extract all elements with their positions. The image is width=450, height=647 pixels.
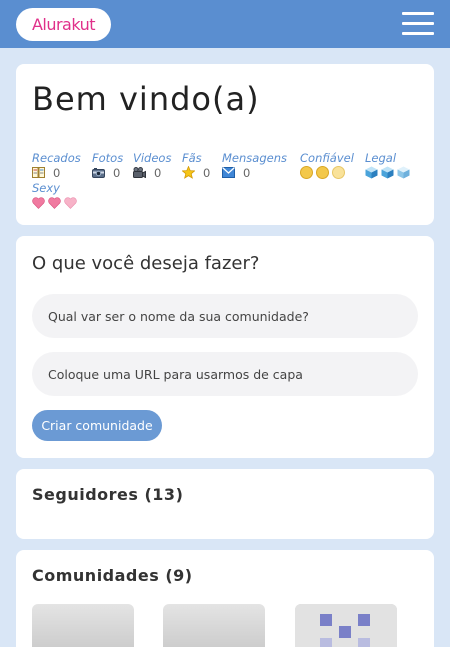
notes-icon xyxy=(32,167,45,178)
create-community-button[interactable]: Criar comunidade xyxy=(32,410,162,441)
stat-value: 0 xyxy=(53,166,61,180)
top-bar: Alurakut xyxy=(0,0,450,48)
rating-legal: Legal xyxy=(365,151,413,183)
stat-mensagens: Mensagens 0 xyxy=(222,151,287,183)
ice-cube-icon xyxy=(381,166,394,179)
community-thumbnail[interactable] xyxy=(295,604,397,647)
stat-fotos: Fotos 0 xyxy=(92,151,123,183)
stat-label: Recados xyxy=(32,151,81,165)
heart-icon xyxy=(48,197,61,209)
community-thumbnail[interactable] xyxy=(32,604,134,647)
rating-sexy: Sexy xyxy=(32,181,80,213)
stat-label: Fotos xyxy=(92,151,124,165)
communities-title: Comunidades (9) xyxy=(32,566,193,585)
ice-cube-icon xyxy=(397,166,410,179)
community-thumbnail[interactable] xyxy=(163,604,265,647)
smiley-icon xyxy=(316,166,329,179)
stat-label: Videos xyxy=(133,151,172,165)
heart-icon xyxy=(64,197,77,209)
ice-cube-icon xyxy=(365,166,378,179)
hamburger-menu-icon[interactable] xyxy=(402,12,434,36)
smiley-icon xyxy=(300,166,313,179)
create-community-card: O que você deseja fazer? Criar comunidad… xyxy=(16,236,434,458)
stat-value: 0 xyxy=(113,166,121,180)
community-name-input[interactable] xyxy=(32,294,418,338)
rating-confiavel: Confiável xyxy=(300,151,354,183)
stat-recados: Recados 0 xyxy=(32,151,81,183)
envelope-icon xyxy=(222,167,235,178)
stat-fas: Fãs 0 xyxy=(182,151,210,183)
stat-value: 0 xyxy=(203,166,211,180)
stat-label: Mensagens xyxy=(222,151,287,165)
communities-card: Comunidades (9) xyxy=(16,550,434,647)
welcome-title: Bem vindo(a) xyxy=(32,80,260,118)
rating-label: Sexy xyxy=(32,181,60,195)
logo-text: Alurakut xyxy=(31,15,96,34)
stat-value: 0 xyxy=(154,166,162,180)
camera-icon xyxy=(92,168,105,178)
stat-value: 0 xyxy=(243,166,251,180)
followers-card: Seguidores (13) xyxy=(16,469,434,539)
smiley-icon xyxy=(332,166,345,179)
community-cover-url-input[interactable] xyxy=(32,352,418,396)
followers-title: Seguidores (13) xyxy=(32,485,184,504)
alurakut-logo[interactable]: Alurakut xyxy=(16,8,111,41)
rating-label: Confiável xyxy=(300,151,354,165)
star-icon xyxy=(182,166,195,179)
rating-label: Legal xyxy=(365,151,397,165)
video-camera-icon xyxy=(133,167,146,178)
create-community-title: O que você deseja fazer? xyxy=(32,253,260,274)
stat-label: Fãs xyxy=(182,151,202,165)
welcome-card: Bem vindo(a) Recados 0 Fotos 0 Videos 0 … xyxy=(16,64,434,225)
heart-icon xyxy=(32,197,45,209)
stat-videos: Videos 0 xyxy=(133,151,171,183)
